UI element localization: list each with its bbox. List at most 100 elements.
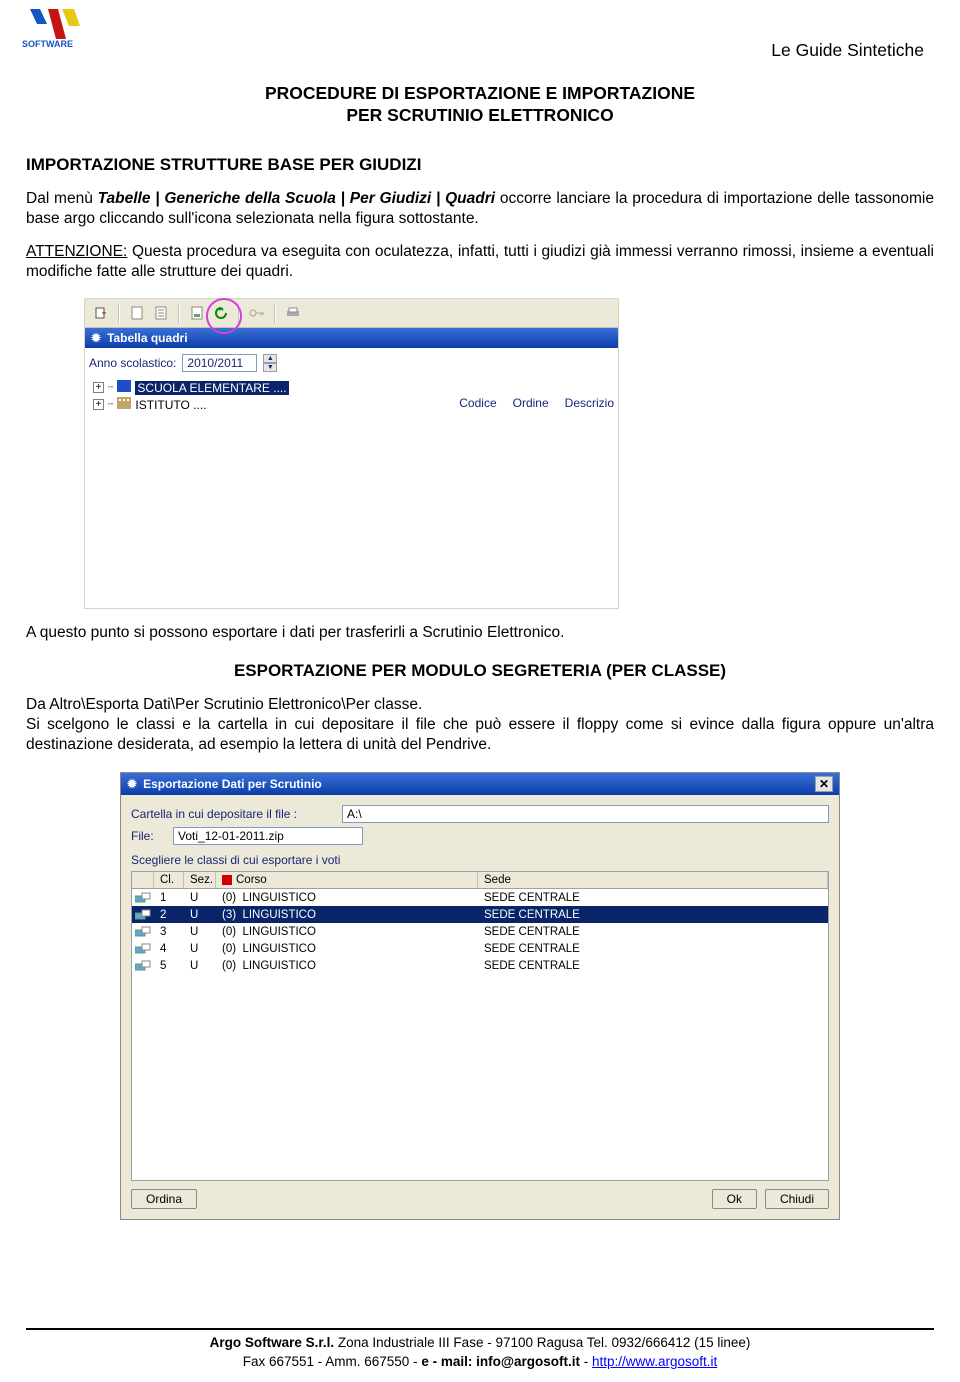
warn-label: ATTENZIONE: bbox=[26, 243, 127, 260]
col-sede: Sede bbox=[478, 872, 828, 888]
gear-icon: ✹ bbox=[91, 331, 101, 345]
dialog-title: Esportazione Dati per Scrutinio bbox=[143, 777, 322, 791]
cell-sede: SEDE CENTRALE bbox=[478, 926, 828, 938]
tree-label: SCUOLA ELEMENTARE .... bbox=[135, 381, 288, 395]
row-icon bbox=[135, 943, 151, 955]
row-icon bbox=[135, 960, 151, 972]
warn-text: Questa procedura va eseguita con oculate… bbox=[26, 243, 934, 280]
title-line2: PER SCRUTINIO ELETTRONICO bbox=[26, 105, 934, 127]
toolbar-separator bbox=[178, 303, 180, 323]
paragraph-class-select: Si scelgono le classi e la cartella in c… bbox=[26, 715, 934, 755]
figure-esportazione-dialog: ✹Esportazione Dati per Scrutinio ✕ Carte… bbox=[120, 772, 840, 1220]
spin-up-icon[interactable]: ▲ bbox=[263, 354, 277, 363]
paragraph-warning: ATTENZIONE: Questa procedura va eseguita… bbox=[26, 242, 934, 282]
cell-sez: U bbox=[184, 960, 216, 972]
class-table: Cl. Sez. Corso Sede 1U(0) LINGUISTICOSED… bbox=[131, 871, 829, 1181]
window-body: Anno scolastico: 2010/2011 ▲ ▼ + ┈ SCUOL… bbox=[85, 348, 618, 608]
col-cl: Cl. bbox=[154, 872, 184, 888]
file-label: File: bbox=[131, 829, 167, 843]
recycle-icon[interactable] bbox=[211, 303, 231, 323]
cell-corso: (3) LINGUISTICO bbox=[216, 909, 478, 921]
key-icon[interactable] bbox=[247, 303, 267, 323]
cell-sede: SEDE CENTRALE bbox=[478, 909, 828, 921]
footer-sep: - bbox=[580, 1354, 592, 1369]
detail-columns: Codice Ordine Descrizio bbox=[455, 394, 618, 412]
toolbar bbox=[85, 299, 618, 328]
cell-sede: SEDE CENTRALE bbox=[478, 892, 828, 904]
toolbar-separator bbox=[274, 303, 276, 323]
table-row[interactable]: 2U(3) LINGUISTICOSEDE CENTRALE bbox=[132, 906, 828, 923]
row-icon bbox=[135, 926, 151, 938]
dialog-titlebar: ✹Esportazione Dati per Scrutinio ✕ bbox=[121, 773, 839, 795]
row-icon bbox=[135, 909, 151, 921]
footer-link[interactable]: http://www.argosoft.it bbox=[592, 1354, 717, 1369]
title-line1: PROCEDURE DI ESPORTAZIONE E IMPORTAZIONE bbox=[26, 83, 934, 105]
cell-sez: U bbox=[184, 909, 216, 921]
col-codice: Codice bbox=[455, 394, 500, 412]
tree-item-scuola-elementare[interactable]: + ┈ SCUOLA ELEMENTARE .... bbox=[93, 380, 614, 395]
ordina-button[interactable]: Ordina bbox=[131, 1189, 197, 1209]
cell-sez: U bbox=[184, 926, 216, 938]
paragraph-menu-path2: Da Altro\Esporta Dati\Per Scrutinio Elet… bbox=[26, 695, 934, 715]
table-row[interactable]: 5U(0) LINGUISTICOSEDE CENTRALE bbox=[132, 957, 828, 974]
expand-icon[interactable]: + bbox=[93, 399, 104, 410]
building-icon bbox=[117, 397, 131, 412]
expand-icon[interactable]: + bbox=[93, 382, 104, 393]
logo-icon: SOFTWARE bbox=[22, 4, 82, 49]
cell-corso: (0) LINGUISTICO bbox=[216, 892, 478, 904]
logo: SOFTWARE bbox=[22, 4, 82, 49]
anno-input[interactable]: 2010/2011 bbox=[182, 354, 257, 372]
col-corso: Corso bbox=[216, 872, 478, 888]
figure-tabella-quadri: ✹ Tabella quadri Anno scolastico: 2010/2… bbox=[84, 298, 619, 609]
col-ordine: Ordine bbox=[509, 394, 553, 412]
spinner[interactable]: ▲ ▼ bbox=[263, 354, 277, 372]
section-import-title: IMPORTAZIONE STRUTTURE BASE PER GIUDIZI bbox=[26, 155, 934, 175]
cell-corso: (0) LINGUISTICO bbox=[216, 926, 478, 938]
footer-email: e - mail: info@argosoft.it bbox=[421, 1354, 580, 1369]
para1-bold: Tabelle | Generiche della Scuola | Per G… bbox=[98, 190, 495, 207]
page-icon[interactable] bbox=[127, 303, 147, 323]
paragraph-export-intro: A questo punto si possono esportare i da… bbox=[26, 623, 934, 643]
form-icon[interactable] bbox=[187, 303, 207, 323]
print-icon[interactable] bbox=[283, 303, 303, 323]
tree-label: ISTITUTO .... bbox=[135, 398, 206, 412]
cell-cl: 3 bbox=[154, 926, 184, 938]
cell-cl: 2 bbox=[154, 909, 184, 921]
table-header: Cl. Sez. Corso Sede bbox=[132, 872, 828, 889]
footer-address: Zona Industriale III Fase - 97100 Ragusa… bbox=[334, 1335, 750, 1350]
cell-cl: 4 bbox=[154, 943, 184, 955]
page-title: PROCEDURE DI ESPORTAZIONE E IMPORTAZIONE… bbox=[26, 83, 934, 127]
cell-sez: U bbox=[184, 892, 216, 904]
table-row[interactable]: 1U(0) LINGUISTICOSEDE CENTRALE bbox=[132, 889, 828, 906]
footer-fax: Fax 667551 - Amm. 667550 - bbox=[243, 1354, 422, 1369]
footer-company: Argo Software S.r.l. bbox=[210, 1335, 335, 1350]
svg-text:SOFTWARE: SOFTWARE bbox=[22, 39, 73, 49]
exit-icon[interactable] bbox=[91, 303, 111, 323]
toolbar-separator bbox=[118, 303, 120, 323]
col-descrizione: Descrizio bbox=[561, 394, 618, 412]
cartella-label: Cartella in cui depositare il file : bbox=[131, 807, 336, 821]
file-input[interactable]: Voti_12-01-2011.zip bbox=[173, 827, 363, 845]
footer: Argo Software S.r.l. Zona Industriale II… bbox=[26, 1328, 934, 1372]
cell-cl: 5 bbox=[154, 960, 184, 972]
col-sez: Sez. bbox=[184, 872, 216, 888]
cell-corso: (0) LINGUISTICO bbox=[216, 960, 478, 972]
header-guide-label: Le Guide Sintetiche bbox=[26, 40, 924, 61]
anno-label: Anno scolastico: bbox=[89, 356, 176, 370]
cartella-input[interactable]: A:\ bbox=[342, 805, 829, 823]
close-icon[interactable]: ✕ bbox=[815, 776, 833, 792]
heading-esportazione: ESPORTAZIONE PER MODULO SEGRETERIA (PER … bbox=[26, 661, 934, 681]
choose-classes-label: Scegliere le classi di cui esportare i v… bbox=[131, 853, 829, 867]
cell-sez: U bbox=[184, 943, 216, 955]
spin-down-icon[interactable]: ▼ bbox=[263, 363, 277, 372]
window-title: Tabella quadri bbox=[107, 331, 187, 345]
document-icon[interactable] bbox=[151, 303, 171, 323]
table-row[interactable]: 3U(0) LINGUISTICOSEDE CENTRALE bbox=[132, 923, 828, 940]
cell-sede: SEDE CENTRALE bbox=[478, 943, 828, 955]
ok-button[interactable]: Ok bbox=[712, 1189, 757, 1209]
corso-icon bbox=[222, 875, 232, 885]
chiudi-button[interactable]: Chiudi bbox=[765, 1189, 829, 1209]
table-row[interactable]: 4U(0) LINGUISTICOSEDE CENTRALE bbox=[132, 940, 828, 957]
cell-cl: 1 bbox=[154, 892, 184, 904]
cell-sede: SEDE CENTRALE bbox=[478, 960, 828, 972]
